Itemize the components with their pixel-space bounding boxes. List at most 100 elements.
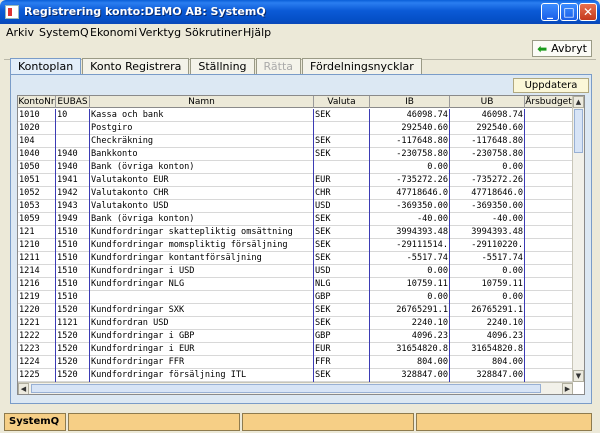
table-cell[interactable]: -5517.74 [370, 252, 450, 265]
table-cell[interactable]: SEK [314, 252, 370, 265]
tab-stallning[interactable]: Ställning [190, 58, 255, 74]
table-row[interactable]: 1221 1121 Kundfordran USD SEK 2240.10 2240.10 [18, 317, 573, 330]
table-cell[interactable]: Kundfordringar momspliktig försäljning [90, 239, 314, 252]
table-cell[interactable]: 0.00 [450, 265, 525, 278]
table-cell[interactable]: 1949 [56, 213, 90, 226]
scroll-down-icon[interactable]: ▼ [573, 370, 584, 382]
table-row[interactable]: 1050 1940 Bank (övriga konton) 0.00 0.00 [18, 161, 573, 174]
cancel-button[interactable]: ⬅ Avbryt [532, 40, 592, 57]
menu-systemq[interactable]: SystemQ [39, 26, 89, 39]
table-cell[interactable]: SEK [314, 369, 370, 382]
table-row[interactable]: 1225 1520 Kundfordringar försäljning ITL SE… [18, 369, 573, 382]
table-cell[interactable] [525, 343, 573, 356]
table-cell[interactable]: Kundfordran USD [90, 317, 314, 330]
table-cell[interactable]: SEK [314, 317, 370, 330]
close-button[interactable]: ✕ [579, 3, 597, 21]
table-cell[interactable]: 1010 [18, 109, 56, 122]
table-cell[interactable]: 10759.11 [370, 278, 450, 291]
col-header-namn[interactable]: Namn [90, 96, 314, 108]
table-cell[interactable] [525, 122, 573, 135]
table-cell[interactable] [525, 356, 573, 369]
menu-sokrutiner[interactable]: Sökrutiner [185, 26, 242, 39]
table-cell[interactable]: 292540.60 [370, 122, 450, 135]
table-cell[interactable]: -29110220. [450, 239, 525, 252]
table-cell[interactable]: 0.00 [370, 291, 450, 304]
table-cell[interactable]: Postgiro [90, 122, 314, 135]
table-cell[interactable]: 1216 [18, 278, 56, 291]
table-cell[interactable]: 1051 [18, 174, 56, 187]
tab-konto-registrera[interactable]: Konto Registrera [82, 58, 190, 74]
table-cell[interactable]: 1943 [56, 200, 90, 213]
table-cell[interactable] [525, 200, 573, 213]
table-cell[interactable]: EUR [314, 174, 370, 187]
table-cell[interactable] [525, 330, 573, 343]
table-cell[interactable]: 4096.23 [370, 330, 450, 343]
table-cell[interactable] [525, 187, 573, 200]
col-header-kontonr[interactable]: KontoNr [18, 96, 56, 108]
table-cell[interactable] [525, 369, 573, 382]
table-cell[interactable]: 46098.74 [370, 109, 450, 122]
table-cell[interactable]: 1510 [56, 239, 90, 252]
table-cell[interactable]: 4096.23 [450, 330, 525, 343]
menu-ekonomi[interactable]: Ekonomi [90, 26, 137, 39]
table-cell[interactable] [525, 265, 573, 278]
table-cell[interactable]: -117648.80 [370, 135, 450, 148]
table-cell[interactable]: 2240.10 [450, 317, 525, 330]
table-cell[interactable]: 1221 [18, 317, 56, 330]
table-cell[interactable] [525, 161, 573, 174]
table-cell[interactable]: SEK [314, 148, 370, 161]
vertical-scroll-thumb[interactable] [574, 109, 583, 153]
table-cell[interactable]: -230758.80 [370, 148, 450, 161]
table-cell[interactable] [525, 174, 573, 187]
table-cell[interactable]: Kundfordringar i EUR [90, 343, 314, 356]
table-cell[interactable]: 1219 [18, 291, 56, 304]
table-cell[interactable]: 292540.60 [450, 122, 525, 135]
table-cell[interactable]: 47718646.0 [370, 187, 450, 200]
table-cell[interactable]: 26765291.1 [370, 304, 450, 317]
table-cell[interactable]: SEK [314, 109, 370, 122]
table-cell[interactable]: 46098.74 [450, 109, 525, 122]
table-cell[interactable]: Kassa och bank [90, 109, 314, 122]
scroll-right-icon[interactable]: ▶ [562, 383, 573, 394]
table-cell[interactable]: 10759.11 [450, 278, 525, 291]
table-cell[interactable]: 1210 [18, 239, 56, 252]
table-cell[interactable]: 1059 [18, 213, 56, 226]
table-row[interactable]: 1222 1520 Kundfordringar i GBP GBP 4096.23 40… [18, 330, 573, 343]
table-row[interactable]: 104 Checkräkning SEK -117648.80 -117648.80 [18, 135, 573, 148]
tab-fordelningsnycklar[interactable]: Fördelningsnycklar [302, 58, 422, 74]
table-cell[interactable]: SEK [314, 213, 370, 226]
vertical-scrollbar[interactable]: ▲ ▼ [572, 96, 584, 382]
table-cell[interactable]: -369350.00 [370, 200, 450, 213]
table-cell[interactable]: 1510 [56, 278, 90, 291]
table-row[interactable]: 1059 1949 Bank (övriga konton) SEK -40.00 -40… [18, 213, 573, 226]
table-cell[interactable]: -230758.80 [450, 148, 525, 161]
table-cell[interactable]: 1040 [18, 148, 56, 161]
table-cell[interactable]: 1520 [56, 343, 90, 356]
table-row[interactable]: 1052 1942 Valutakonto CHR CHR 47718646.0 4771… [18, 187, 573, 200]
table-cell[interactable]: SEK [314, 239, 370, 252]
menu-verktyg[interactable]: Verktyg [139, 26, 181, 39]
scroll-up-icon[interactable]: ▲ [573, 96, 584, 108]
table-cell[interactable]: 1520 [56, 369, 90, 382]
table-cell[interactable]: 1520 [56, 304, 90, 317]
table-cell[interactable]: Kundfordringar skattepliktig omsättning [90, 226, 314, 239]
table-cell[interactable]: -735272.26 [450, 174, 525, 187]
table-cell[interactable] [525, 317, 573, 330]
table-cell[interactable]: 0.00 [370, 161, 450, 174]
table-cell[interactable] [525, 226, 573, 239]
table-cell[interactable]: 1211 [18, 252, 56, 265]
table-cell[interactable]: 2240.10 [370, 317, 450, 330]
table-row[interactable]: 1020 Postgiro 292540.60 292540.60 [18, 122, 573, 135]
menu-hjalp[interactable]: Hjälp [243, 26, 271, 39]
table-row[interactable]: 1210 1510 Kundfordringar momspliktig försä… [18, 239, 573, 252]
table-cell[interactable]: SEK [314, 304, 370, 317]
table-cell[interactable] [56, 135, 90, 148]
col-header-arsbudget[interactable]: Årsbudget [525, 96, 573, 108]
table-cell[interactable]: 1121 [56, 317, 90, 330]
table-cell[interactable]: -5517.74 [450, 252, 525, 265]
table-cell[interactable] [525, 135, 573, 148]
table-row[interactable]: 121 1510 Kundfordringar skattepliktig omsä… [18, 226, 573, 239]
table-cell[interactable]: 0.00 [450, 291, 525, 304]
table-row[interactable]: 1220 1520 Kundfordringar SXK SEK 26765291.1 2… [18, 304, 573, 317]
table-cell[interactable]: 0.00 [450, 161, 525, 174]
